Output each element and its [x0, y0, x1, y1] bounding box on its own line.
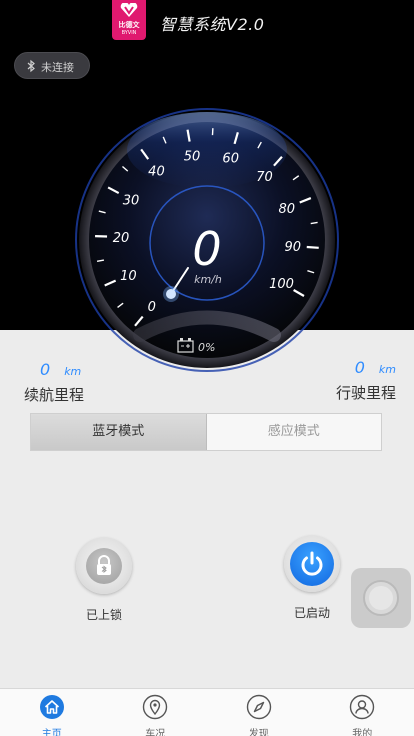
odometer-unit: km — [378, 363, 396, 376]
bluetooth-status-button[interactable]: 未连接 — [14, 52, 90, 79]
gauge-tick-label: 10 — [120, 269, 137, 284]
brand-logo: 比德文 BYVIN — [112, 0, 146, 40]
power-status-label: 已启动 — [293, 606, 330, 620]
user-icon — [350, 694, 375, 720]
range-unit: km — [64, 365, 82, 378]
speed-unit: km/h — [194, 273, 222, 286]
app-title: 智慧系统V2.0 — [160, 15, 265, 34]
nav-profile-label: 我的 — [352, 729, 373, 736]
speed-value: 0 — [192, 222, 221, 276]
gauge-tick-label: 20 — [113, 231, 130, 246]
power-icon — [301, 551, 323, 576]
gauge-tick-label: 70 — [256, 170, 273, 185]
location-pin-icon — [143, 694, 168, 720]
lock-status-label: 已上锁 — [85, 608, 122, 622]
nav-home[interactable]: 主页 — [0, 689, 104, 736]
bottom-nav: 主页 车况 发现 我的 — [0, 688, 414, 736]
power-control: 已启动 — [281, 536, 343, 621]
nav-profile[interactable]: 我的 — [311, 689, 414, 736]
odometer-value: 0 — [354, 358, 365, 377]
range-value: 0 — [40, 360, 51, 379]
odometer-stat: 0 km 行驶里程 — [336, 358, 396, 403]
home-icon — [39, 695, 64, 719]
tab-bluetooth-mode[interactable]: 蓝牙模式 — [31, 414, 207, 450]
tab-sensor-mode[interactable]: 感应模式 — [207, 414, 382, 450]
odometer-label: 行驶里程 — [335, 384, 396, 402]
gauge-tick-label: 30 — [123, 194, 140, 209]
range-label: 续航里程 — [24, 386, 85, 404]
bluetooth-status-label: 未连接 — [41, 61, 74, 74]
mode-tabs: 蓝牙模式 感应模式 — [30, 413, 382, 451]
brand-name-cn: 比德文 — [118, 21, 140, 29]
compass-icon — [246, 694, 271, 720]
bluetooth-icon — [27, 59, 35, 73]
gauge-tick-label: 100 — [269, 277, 294, 292]
lock-icon — [97, 555, 111, 575]
nav-discover[interactable]: 发现 — [207, 689, 311, 736]
gauge-tick-label: 90 — [285, 240, 302, 255]
gauge-tick-label: 40 — [148, 164, 165, 179]
battery-label: 0% — [198, 341, 215, 354]
power-button[interactable] — [284, 536, 340, 592]
gauge-major-tick — [306, 245, 319, 249]
assistive-touch-button[interactable] — [351, 568, 411, 628]
range-stat: 0 km 续航里程 — [24, 360, 84, 405]
nav-vehicle-status-label: 车况 — [145, 729, 166, 736]
nav-home-label: 主页 — [41, 729, 62, 736]
gauge-tick-label: 0 — [148, 300, 156, 315]
brand-name-en: BYVIN — [121, 30, 137, 36]
nav-vehicle-status[interactable]: 车况 — [104, 689, 208, 736]
heart-v-icon — [120, 3, 138, 17]
lock-control: 已上锁 — [73, 538, 135, 623]
lock-button[interactable] — [76, 538, 132, 594]
gauge-tick-label: 80 — [278, 202, 295, 217]
nav-discover-label: 发现 — [248, 729, 269, 736]
gauge-tick-label: 50 — [184, 149, 201, 164]
gauge-tick-label: 60 — [222, 151, 239, 166]
